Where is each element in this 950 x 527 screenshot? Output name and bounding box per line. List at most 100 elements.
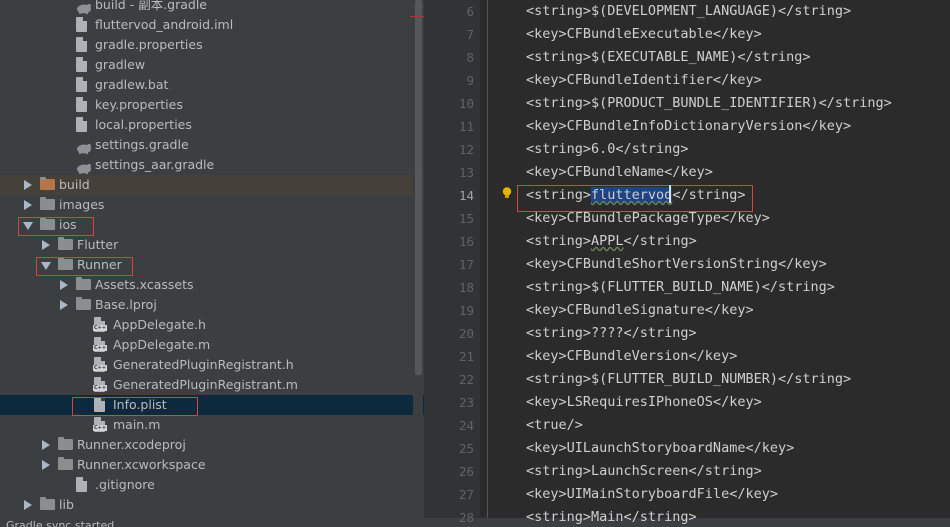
code-line[interactable]: <key>UIMainStoryboardFile</key> [526,486,778,502]
file-icon [76,37,87,52]
code-text: <key>CFBundleIdentifier</key> [526,72,762,88]
tree-item[interactable]: Assets.xcassets [0,275,424,295]
line-number: 7 [466,27,474,42]
line-number: 17 [458,257,474,272]
code-line[interactable]: <key>CFBundleShortVersionString</key> [526,256,827,272]
tree-item-label: AppDelegate.h [113,317,206,332]
code-line[interactable]: <string>LaunchScreen</string> [526,463,762,479]
code-text: <true/> [526,417,583,433]
code-text: <key>LSRequiresIPhoneOS</key> [526,394,762,410]
c-source-file-icon: C++ [93,377,108,392]
tree-item[interactable]: Runner.xcodeproj [0,435,424,455]
tree-item-label: settings_aar.gradle [95,157,215,172]
line-number: 18 [458,280,474,295]
tree-item-label: lib [59,497,74,512]
tree-item-label: Runner.xcodeproj [77,437,186,452]
code-line[interactable]: <key>UILaunchStoryboardName</key> [526,440,794,456]
code-text: <key>CFBundleExecutable</key> [526,26,762,42]
code-line[interactable]: <string>$(DEVELOPMENT_LANGUAGE)</string> [526,3,851,19]
code-line[interactable]: <string>????</string> [526,325,697,341]
code-line[interactable]: <string>Main</string> [526,509,697,525]
code-line[interactable]: <key>CFBundlePackageType</key> [526,210,770,226]
code-line[interactable]: <key>CFBundleSignature</key> [526,302,754,318]
tree-item[interactable]: local.properties [0,115,424,135]
collapsed-arrow-icon[interactable] [60,280,68,290]
tree-item[interactable]: C++ AppDelegate.h [0,315,424,335]
tree-scrollbar-thumb[interactable] [415,0,422,375]
code-text: <key>CFBundleInfoDictionaryVersion</key> [526,118,852,134]
line-number: 26 [458,464,474,479]
tree-item[interactable]: C++ GeneratedPluginRegistrant.m [0,375,424,395]
code-text: <string>$(EXECUTABLE_NAME)</string> [526,49,811,65]
code-text: <key>UILaunchStoryboardName</key> [526,440,795,456]
line-number: 13 [458,165,474,180]
code-line[interactable]: <string>$(FLUTTER_BUILD_NUMBER)</string> [526,371,851,387]
code-line[interactable]: <key>CFBundleIdentifier</key> [526,72,762,88]
tree-item[interactable]: settings.gradle [0,135,424,155]
tree-item[interactable]: Runner.xcworkspace [0,455,424,475]
tree-item[interactable]: C++ AppDelegate.m [0,335,424,355]
tree-item-label: gradlew [95,57,146,72]
tree-item[interactable]: build - 副本.gradle [0,0,424,15]
tree-item[interactable]: key.properties [0,95,424,115]
code-line[interactable]: <string>$(PRODUCT_BUNDLE_IDENTIFIER)</st… [526,95,892,111]
collapsed-arrow-icon[interactable] [24,200,32,210]
collapsed-arrow-icon[interactable] [42,460,50,470]
tree-item[interactable]: C++ main.m [0,415,424,435]
annotation-box [72,397,198,416]
collapsed-arrow-icon[interactable] [24,500,32,510]
tree-item-label: Base.lproj [95,297,157,312]
code-line[interactable]: <key>CFBundleInfoDictionaryVersion</key> [526,118,851,134]
code-line[interactable]: <key>LSRequiresIPhoneOS</key> [526,394,762,410]
tree-item[interactable]: lib [0,495,424,515]
tree-item[interactable]: images [0,195,424,215]
tree-item-label: Flutter [77,237,119,252]
code-line[interactable]: <true/> [526,417,583,433]
editor-right-margin-line [487,0,488,527]
line-number: 11 [458,119,474,134]
tree-item[interactable]: settings_aar.gradle [0,155,424,175]
code-text: <string>6.0</string> [526,141,689,157]
c-source-file-icon: C++ [93,337,108,352]
collapsed-arrow-icon[interactable] [42,240,50,250]
tree-item[interactable]: fluttervod_android.iml [0,15,424,35]
folder-icon [58,437,73,450]
code-line[interactable]: <key>CFBundleVersion</key> [526,348,737,364]
tree-item[interactable]: .gitignore [0,475,424,495]
tree-item-label: AppDelegate.m [113,337,211,352]
code-line[interactable]: <string>$(FLUTTER_BUILD_NAME)</string> [526,279,835,295]
code-line[interactable]: <string>APPL</string> [526,233,697,249]
file-icon [76,77,87,92]
tree-item[interactable]: Flutter [0,235,424,255]
code-line[interactable]: <key>CFBundleName</key> [526,164,713,180]
tree-item[interactable]: build [0,175,424,195]
text-caret [669,185,671,203]
tree-item[interactable]: C++ GeneratedPluginRegistrant.h [0,355,424,375]
tree-item-label: local.properties [95,117,192,132]
tree-item[interactable]: gradlew [0,55,424,75]
tree-item[interactable]: gradlew.bat [0,75,424,95]
c-source-file-icon: C++ [93,417,108,432]
line-number: 15 [458,211,474,226]
tree-item[interactable]: gradle.properties [0,35,424,55]
annotation-box [18,217,94,236]
tree-item-label: build [59,177,90,192]
gradle-icon [76,0,92,14]
collapsed-arrow-icon[interactable] [42,440,50,450]
tree-item-label: GeneratedPluginRegistrant.h [113,357,294,372]
code-line[interactable]: <key>CFBundleExecutable</key> [526,26,762,42]
code-text: <key>CFBundleSignature</key> [526,302,754,318]
code-line[interactable]: <string>6.0</string> [526,141,689,157]
collapsed-arrow-icon[interactable] [60,300,68,310]
line-number: 8 [466,50,474,65]
line-number: 14 [458,188,474,203]
tree-item[interactable]: Info.plist [0,395,424,415]
code-line[interactable]: <string>$(EXECUTABLE_NAME)</string> [526,49,810,65]
code-text: <string>$(FLUTTER_BUILD_NUMBER)</string> [526,371,852,387]
folder-icon [76,277,91,290]
line-number: 24 [458,418,474,433]
lightbulb-icon[interactable] [502,184,512,198]
tree-item[interactable]: Base.lproj [0,295,424,315]
collapsed-arrow-icon[interactable] [24,180,32,190]
status-bar: Gradle sync started [0,518,950,527]
